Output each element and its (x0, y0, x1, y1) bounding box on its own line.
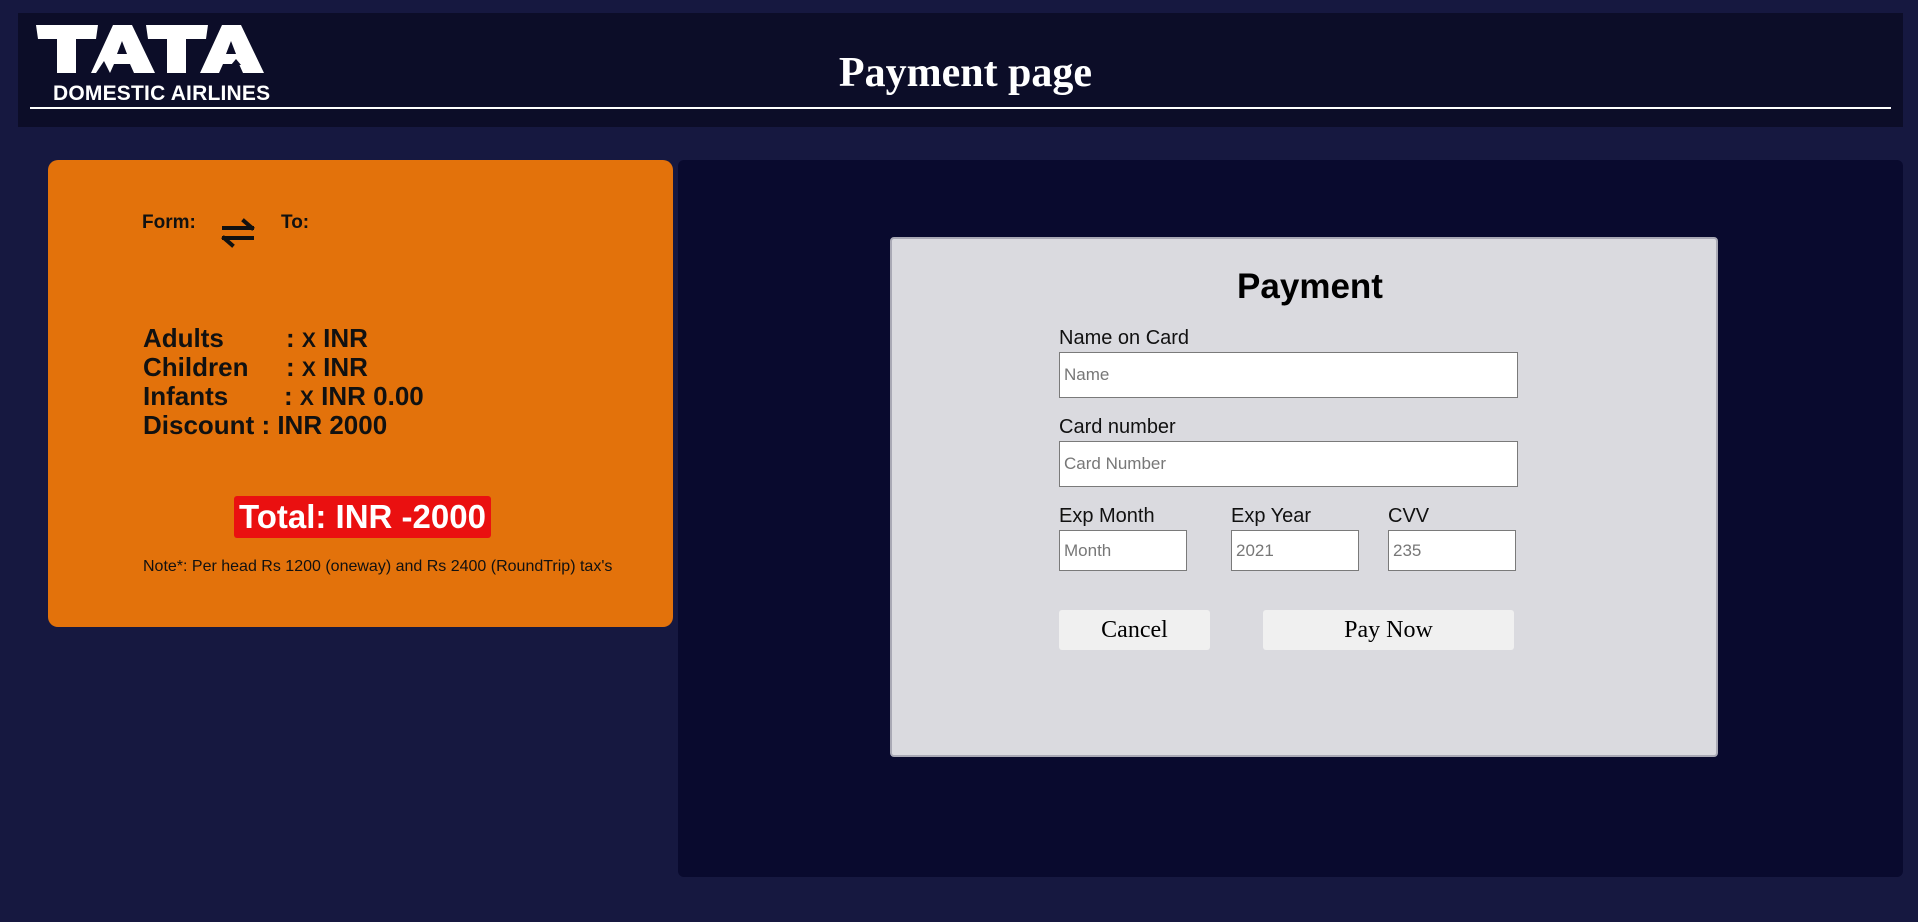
card-number-label: Card number (1059, 416, 1176, 438)
cancel-button[interactable]: Cancel (1059, 610, 1210, 650)
fare-row-infants: Infants: X INR 0.00 (143, 381, 424, 412)
fare-multiplier: X (301, 329, 316, 352)
fare-row-children: Children: X INR (143, 352, 368, 383)
fare-label: Infants (143, 381, 229, 411)
swap-arrows-icon[interactable] (216, 216, 260, 250)
name-on-card-input[interactable] (1059, 352, 1518, 398)
fare-value: INR 0.00 (321, 381, 424, 411)
exp-year-input[interactable] (1231, 530, 1359, 571)
discount-row: Discount : INR 2000 (143, 410, 388, 440)
exp-month-label: Exp Month (1059, 505, 1155, 527)
fare-value: INR (323, 352, 368, 382)
fare-separator: : (284, 381, 293, 411)
fare-multiplier: X (299, 387, 314, 410)
fare-separator: : (286, 323, 295, 353)
cvv-label: CVV (1388, 505, 1430, 527)
card-number-input[interactable] (1059, 441, 1518, 487)
exp-month-input[interactable] (1059, 530, 1187, 571)
tax-note: Note*: Per head Rs 1200 (oneway) and Rs … (143, 558, 613, 575)
fare-summary-panel: Form: To: Adults: X INR Children: X INR … (48, 160, 673, 627)
name-on-card-label: Name on Card (1059, 327, 1190, 349)
payment-form-card: Payment Name on Card Card number Exp Mon… (890, 237, 1718, 757)
pay-now-button[interactable]: Pay Now (1263, 610, 1514, 650)
page-title: Payment page (838, 50, 1093, 96)
fare-separator: : (286, 352, 295, 382)
fare-label: Children (143, 352, 249, 382)
header-divider (30, 107, 1891, 109)
fare-multiplier: X (301, 358, 316, 381)
fare-row-adults: Adults: X INR (143, 323, 368, 354)
fare-label: Adults (143, 323, 224, 353)
route-to-label: To: (281, 212, 310, 233)
fare-value: INR (323, 323, 368, 353)
payment-panel: Payment Name on Card Card number Exp Mon… (678, 160, 1903, 877)
total-badge: Total: INR -2000 (234, 496, 491, 538)
header: DOMESTIC AIRLINES Payment page (18, 13, 1903, 127)
cvv-input[interactable] (1388, 530, 1516, 571)
payment-title: Payment (1237, 267, 1383, 306)
route-from-label: Form: (142, 212, 196, 233)
exp-year-label: Exp Year (1231, 505, 1312, 527)
